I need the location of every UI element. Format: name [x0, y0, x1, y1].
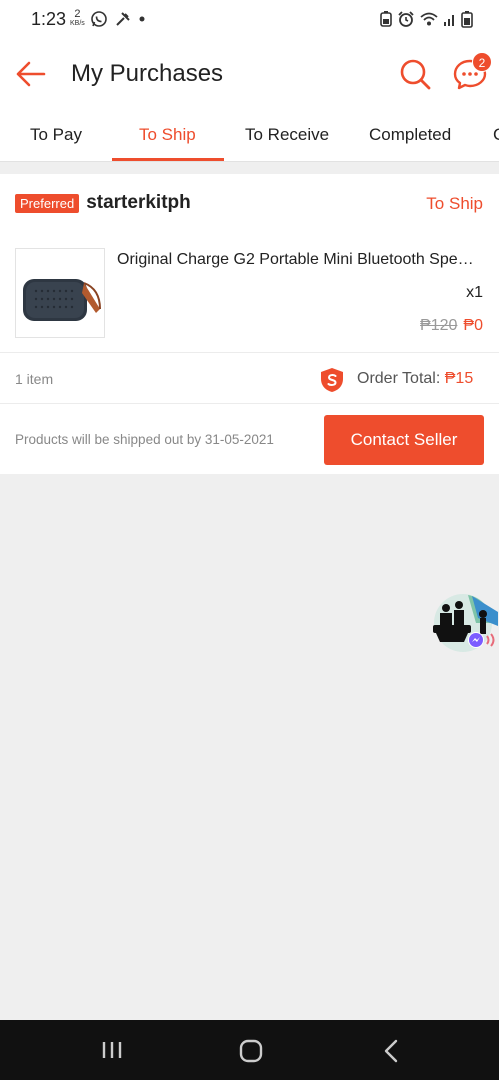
system-nav-bar: [0, 1020, 499, 1080]
net-speed-unit: KB/s: [70, 20, 85, 27]
signal-icon: [444, 15, 454, 26]
status-right-icons: [379, 10, 473, 28]
whatsapp-icon: [91, 11, 107, 27]
order-total: Order Total: ₱15: [357, 370, 473, 388]
battery-saver-icon: [380, 11, 392, 27]
app-bar: My Purchases 2: [0, 40, 499, 110]
order-status: To Ship: [426, 194, 483, 213]
active-tab-indicator: [112, 158, 224, 161]
preferred-badge: Preferred: [15, 193, 80, 213]
home-icon[interactable]: [238, 1038, 264, 1064]
ship-by-note: Products will be shipped out by 31-05-20…: [15, 432, 274, 447]
tools-icon: [116, 12, 130, 26]
alarm-icon: [398, 11, 414, 27]
shop-header[interactable]: Preferred starterkitph: [15, 192, 191, 214]
tab-to-ship[interactable]: To Ship: [139, 125, 196, 145]
status-bar: 1:23 2 KB/s: [0, 0, 499, 40]
speaker-image: [23, 279, 101, 321]
tab-next-partial[interactable]: C: [493, 125, 499, 145]
product-thumbnail[interactable]: [15, 248, 105, 338]
divider: [0, 403, 499, 404]
wifi-icon: [420, 12, 438, 26]
contact-seller-button[interactable]: Contact Seller: [324, 415, 484, 465]
battery-icon: [461, 11, 473, 28]
order-total-label: Order Total:: [357, 370, 441, 387]
dot-icon: [139, 16, 145, 22]
tab-completed[interactable]: Completed: [369, 125, 451, 145]
status-time: 1:23: [31, 9, 67, 29]
nav-back-icon[interactable]: [382, 1038, 400, 1064]
tab-to-pay[interactable]: To Pay: [30, 125, 82, 145]
recents-icon[interactable]: [100, 1040, 124, 1060]
tab-to-receive[interactable]: To Receive: [245, 125, 329, 145]
page-title: My Purchases: [71, 60, 224, 87]
item-count: 1 item: [15, 371, 54, 387]
divider: [0, 352, 499, 353]
discounted-price: ₱0: [463, 317, 483, 334]
order-card[interactable]: Preferred starterkitph To Ship Original …: [0, 174, 499, 474]
order-total-value: ₱15: [444, 370, 474, 387]
net-speed-value: 2: [74, 8, 81, 20]
original-price: ₱120: [420, 317, 458, 334]
product-quantity: x1: [466, 284, 483, 301]
net-speed: 2 KB/s: [70, 8, 85, 28]
product-prices: ₱120 ₱0: [420, 317, 483, 335]
shopee-guarantee-shield-icon: [321, 368, 343, 392]
status-tabs: To Pay To Ship To Receive Completed C: [0, 110, 499, 162]
product-name[interactable]: Original Charge G2 Portable Mini Bluetoo…: [117, 251, 480, 269]
status-left-icons: [90, 10, 146, 28]
search-icon[interactable]: [398, 57, 432, 91]
shop-name[interactable]: starterkitph: [86, 192, 191, 214]
floating-chat-bubble[interactable]: [428, 592, 499, 654]
back-arrow-icon[interactable]: [14, 57, 48, 91]
chat-badge: 2: [472, 52, 492, 72]
